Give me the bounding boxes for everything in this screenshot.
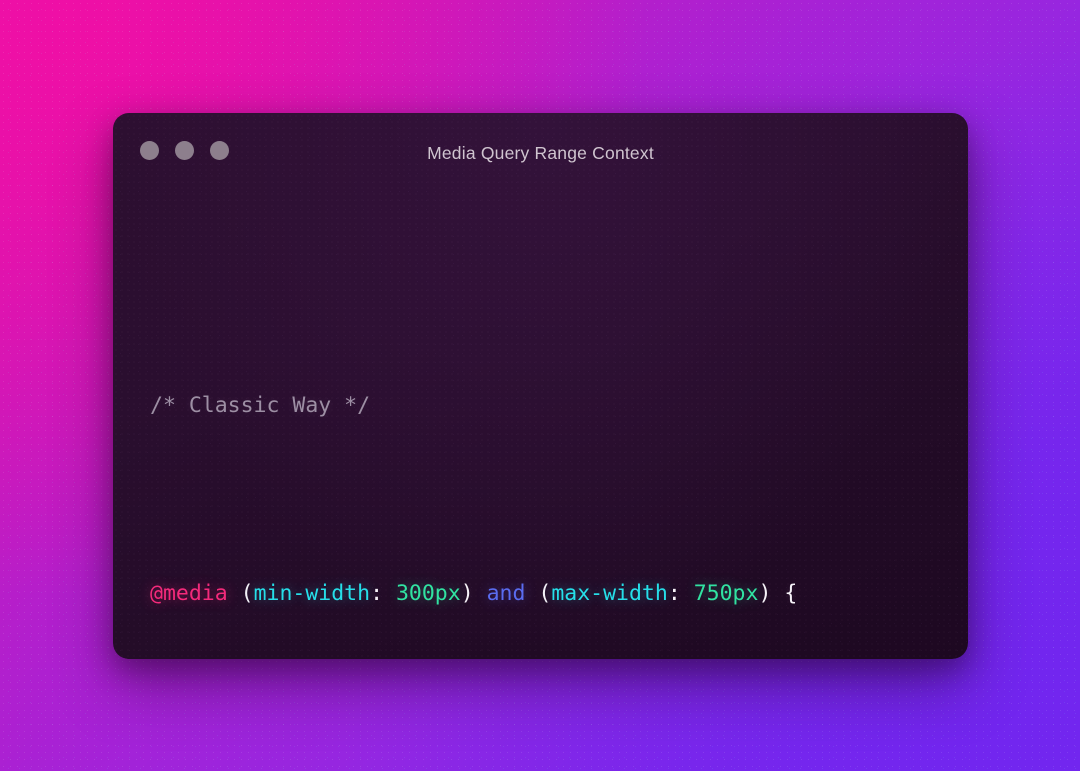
css-punctuation: ) { (758, 581, 798, 606)
css-punctuation: : (370, 581, 396, 606)
css-property-max-width: max-width (551, 581, 668, 606)
css-atrule: @media (150, 581, 228, 606)
css-punctuation: ( (227, 581, 254, 606)
window-title: Media Query Range Context (427, 143, 654, 163)
css-property-min-width: min-width (253, 581, 371, 606)
screenshot-stage: Media Query Range Context /* Classic Way… (0, 0, 1080, 771)
css-comment: /* Classic Way */ (150, 393, 371, 418)
css-punctuation: ( (525, 581, 552, 606)
css-keyword-and: and (486, 581, 526, 606)
code-window: Media Query Range Context /* Classic Way… (113, 113, 968, 659)
css-value-750px: 750px (693, 581, 759, 606)
code-line-comment-1: /* Classic Way */ (150, 382, 948, 429)
code-line-media-1: @media (min-width: 300px) and (max-width… (150, 570, 948, 617)
css-punctuation: ) (460, 581, 487, 606)
code-block[interactable]: /* Classic Way */ @media (min-width: 300… (150, 241, 948, 659)
css-punctuation: : (667, 581, 694, 606)
css-value-300px: 300px (395, 581, 461, 606)
window-titlebar: Media Query Range Context (113, 113, 968, 191)
